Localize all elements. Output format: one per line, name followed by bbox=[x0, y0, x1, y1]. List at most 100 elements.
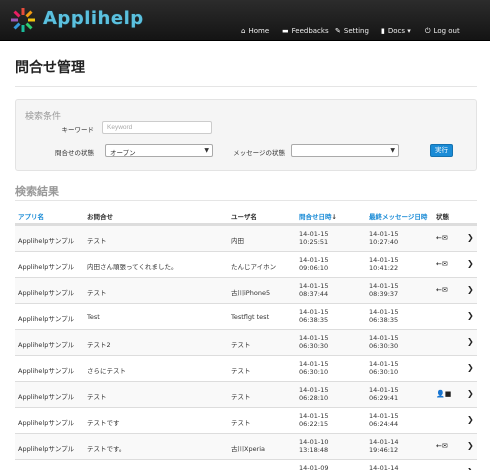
keyword-input[interactable] bbox=[102, 121, 212, 134]
row-inquiry: テスト bbox=[87, 393, 107, 401]
row-inquiry-time: 06:22:15 bbox=[299, 420, 329, 428]
brand-name[interactable]: Applihelp bbox=[43, 8, 144, 29]
row-last-message-date: 14-01-15 bbox=[369, 282, 399, 290]
table-row[interactable]: Applihelpサンプル テスト2 テスト 14-01-15 06:30:30 14-0… bbox=[15, 329, 477, 355]
row-status-icon: ←✉ bbox=[436, 260, 448, 268]
row-app-name: Applihelpサンプル bbox=[18, 237, 75, 245]
nav-setting[interactable]: ✎ Setting bbox=[335, 27, 369, 37]
row-inquiry-datetime: 14-01-15 10:25:51 bbox=[299, 230, 329, 246]
row-inquiry-time: 06:38:35 bbox=[299, 316, 329, 324]
row-inquiry-time: 08:37:44 bbox=[299, 290, 329, 298]
row-last-message-datetime: 14-01-15 10:27:40 bbox=[369, 230, 399, 246]
chevron-right-icon[interactable]: ❯ bbox=[467, 311, 474, 320]
row-last-message-date: 14-01-14 bbox=[369, 438, 399, 446]
table-row[interactable]: Applihelpサンプル テストです。 古川Xperia 14-01-10 13:18… bbox=[15, 433, 477, 459]
row-inquiry-time: 09:06:10 bbox=[299, 264, 329, 272]
row-inquiry-date: 14-01-15 bbox=[299, 360, 329, 368]
chevron-right-icon[interactable]: ❯ bbox=[467, 363, 474, 372]
row-inquiry-time: 06:28:10 bbox=[299, 394, 329, 402]
search-panel: 検索条件 キーワード 問合せの状態 オープン ▼ メッセージの状態 ▼ 実行 bbox=[15, 99, 477, 171]
column-header-last-message-date[interactable]: 最終メッセージ日時 bbox=[369, 211, 427, 221]
row-user: 古川Xperia bbox=[231, 445, 266, 453]
nav-logout-label: Log out bbox=[433, 27, 460, 35]
row-inquiry: Test bbox=[87, 313, 100, 321]
status-select[interactable]: オープン ▼ bbox=[105, 144, 213, 157]
row-status-icon: ←✉ bbox=[436, 442, 448, 450]
row-user: 古川iPhone5 bbox=[231, 289, 271, 297]
chevron-right-icon[interactable]: ❯ bbox=[467, 259, 474, 268]
comment-icon: ▬ bbox=[282, 27, 289, 35]
table-row[interactable]: Applihelpサンプル テストです テスト 14-01-15 06:22:15 14-… bbox=[15, 407, 477, 433]
row-last-message-time: 06:38:35 bbox=[369, 316, 399, 324]
row-user: テスト bbox=[231, 367, 251, 375]
nav-home[interactable]: ⌂ Home bbox=[241, 27, 269, 37]
row-last-message-datetime: 14-01-15 10:41:22 bbox=[369, 256, 399, 272]
results-divider bbox=[15, 200, 477, 201]
table-row[interactable]: 14-01-0914-01-14❯ bbox=[15, 459, 477, 470]
page-title: 問合せ管理 bbox=[15, 60, 85, 76]
column-header-status: 状態 bbox=[436, 213, 449, 221]
row-inquiry-date: 14-01-09 bbox=[299, 464, 329, 470]
keyword-label: キーワード bbox=[61, 126, 95, 134]
row-last-message-time: 19:46:12 bbox=[369, 446, 399, 454]
row-inquiry-datetime: 14-01-15 08:37:44 bbox=[299, 282, 329, 298]
applihelp-logo-icon[interactable] bbox=[10, 7, 36, 33]
row-last-message-datetime: 14-01-14 19:46:12 bbox=[369, 438, 399, 454]
power-icon: ⏻ bbox=[425, 27, 431, 35]
chevron-right-icon[interactable]: ❯ bbox=[467, 233, 474, 242]
table-row[interactable]: Applihelpサンプル テスト テスト 14-01-15 06:28:10 14-01… bbox=[15, 381, 477, 407]
row-status-icon: 👤■ bbox=[436, 390, 452, 398]
row-last-message-date: 14-01-15 bbox=[369, 256, 399, 264]
row-last-message-date: 14-01-15 bbox=[369, 308, 399, 316]
row-user: テスト bbox=[231, 393, 251, 401]
chevron-right-icon[interactable]: ❯ bbox=[467, 337, 474, 346]
table-row[interactable]: Applihelpサンプル 内田さん頑張ってくれました。 たんじアイホン 14-01-… bbox=[15, 251, 477, 277]
row-inquiry: テスト bbox=[87, 289, 107, 297]
results-title: 検索結果 bbox=[15, 185, 59, 198]
row-last-message-time: 10:27:40 bbox=[369, 238, 399, 246]
nav-logout[interactable]: ⏻ Log out bbox=[425, 27, 460, 37]
message-status-select[interactable]: ▼ bbox=[291, 144, 399, 157]
row-app-name: Applihelpサンプル bbox=[18, 341, 75, 349]
row-last-message-time: 06:30:10 bbox=[369, 368, 399, 376]
row-inquiry: テストです。 bbox=[87, 445, 126, 453]
row-user: たんじアイホン bbox=[231, 263, 277, 271]
nav-docs-dropdown[interactable]: ▮ Docs ▾ bbox=[381, 27, 411, 37]
row-inquiry-date: 14-01-15 bbox=[299, 308, 329, 316]
row-user: テスト bbox=[231, 419, 251, 427]
row-app-name: Applihelpサンプル bbox=[18, 419, 75, 427]
row-inquiry-datetime: 14-01-15 06:28:10 bbox=[299, 386, 329, 402]
column-header-user: ユーザ名 bbox=[231, 213, 257, 221]
row-inquiry-datetime: 14-01-15 06:30:30 bbox=[299, 334, 329, 350]
row-app-name: Applihelpサンプル bbox=[18, 393, 75, 401]
column-header-app[interactable]: アプリ名 bbox=[18, 211, 44, 221]
table-row[interactable]: Applihelpサンプル テスト 内田 14-01-15 10:25:51 14-01-… bbox=[15, 225, 477, 251]
row-app-name: Applihelpサンプル bbox=[18, 263, 75, 271]
table-row[interactable]: Applihelpサンプル さらにテスト テスト 14-01-15 06:30:10 14… bbox=[15, 355, 477, 381]
nav-feedbacks-label: Feedbacks bbox=[291, 27, 329, 35]
nav-home-label: Home bbox=[248, 27, 270, 35]
status-label: 問合せの状態 bbox=[55, 149, 94, 157]
table-row[interactable]: Applihelpサンプル テスト 古川iPhone5 14-01-15 08:37:4… bbox=[15, 277, 477, 303]
row-inquiry-date: 14-01-15 bbox=[299, 386, 329, 394]
column-header-inquiry-date[interactable]: 問合せ日時↓ bbox=[299, 211, 337, 221]
nav-feedbacks[interactable]: ▬ Feedbacks bbox=[282, 27, 329, 37]
column-header-inquiry-date-label: 問合せ日時 bbox=[299, 213, 332, 221]
chevron-down-icon: ▼ bbox=[390, 147, 395, 154]
chevron-right-icon[interactable]: ❯ bbox=[467, 285, 474, 294]
table-row[interactable]: Applihelpサンプル Test Testflgt test 14-01-15 06… bbox=[15, 303, 477, 329]
status-select-value: オープン bbox=[110, 149, 136, 157]
row-inquiry-datetime: 14-01-09 bbox=[299, 464, 329, 470]
chevron-right-icon[interactable]: ❯ bbox=[467, 415, 474, 424]
chevron-right-icon[interactable]: ❯ bbox=[467, 389, 474, 398]
row-user: Testflgt test bbox=[231, 313, 270, 321]
row-last-message-time: 08:39:37 bbox=[369, 290, 399, 298]
row-app-name: Applihelpサンプル bbox=[18, 367, 75, 375]
row-last-message-datetime: 14-01-15 06:29:41 bbox=[369, 386, 399, 402]
row-last-message-datetime: 14-01-15 08:39:37 bbox=[369, 282, 399, 298]
search-submit-button[interactable]: 実行 bbox=[430, 144, 453, 157]
row-app-name: Applihelpサンプル bbox=[18, 289, 75, 297]
chevron-right-icon[interactable]: ❯ bbox=[467, 441, 474, 450]
row-user: テスト bbox=[231, 341, 251, 349]
row-last-message-date: 14-01-15 bbox=[369, 386, 399, 394]
